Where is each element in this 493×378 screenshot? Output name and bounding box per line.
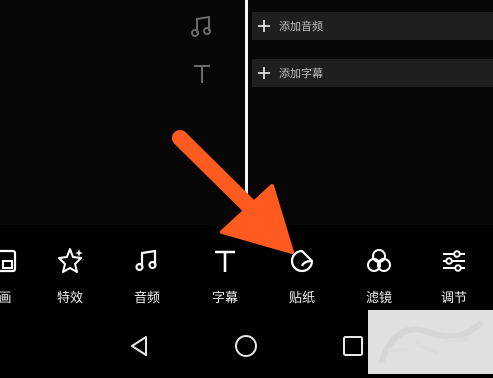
music-note-icon xyxy=(132,246,162,276)
tool-adjust[interactable]: 调节 xyxy=(424,232,484,312)
tool-effects[interactable]: 特效 xyxy=(40,232,100,312)
tool-label: 特效 xyxy=(56,291,83,306)
timeline-area: 添加音频 添加字幕 xyxy=(0,0,493,225)
tool-label: 调节 xyxy=(440,291,467,306)
back-triangle-icon xyxy=(131,336,147,356)
add-caption-label: 添加字幕 xyxy=(279,67,323,80)
tool-label: 贴纸 xyxy=(288,291,315,306)
recents-button[interactable] xyxy=(339,332,367,360)
playhead-line[interactable] xyxy=(245,0,248,203)
text-track-icon[interactable] xyxy=(186,58,218,90)
tool-label: 字幕 xyxy=(211,291,238,306)
tool-captions[interactable]: 字幕 xyxy=(195,232,255,312)
audio-track-icon[interactable] xyxy=(186,11,218,43)
tool-stickers[interactable]: 贴纸 xyxy=(272,232,332,312)
music-note-icon xyxy=(191,15,211,37)
plus-icon xyxy=(258,67,270,79)
watermark-logo xyxy=(368,310,493,374)
tool-audio[interactable]: 音频 xyxy=(117,232,177,312)
back-button[interactable] xyxy=(125,332,153,360)
plus-icon xyxy=(258,20,270,32)
picture-in-picture-icon xyxy=(0,246,20,276)
recents-square-icon xyxy=(343,336,363,356)
add-audio-button[interactable]: 添加音频 xyxy=(252,12,493,40)
add-audio-label: 添加音频 xyxy=(279,20,323,33)
tool-label: 滤镜 xyxy=(365,291,392,306)
filter-circles-icon xyxy=(364,246,394,276)
home-button[interactable] xyxy=(232,332,260,360)
text-T-icon xyxy=(194,65,210,83)
home-circle-icon xyxy=(235,335,257,357)
bottom-toolbar: 画 特效 音频 字幕 贴纸 滤镜 调节 xyxy=(0,232,493,312)
star-effects-icon xyxy=(55,246,85,276)
tool-label: 画 xyxy=(0,291,12,306)
tool-label: 音频 xyxy=(133,291,160,306)
text-T-icon xyxy=(210,246,240,276)
sticker-icon xyxy=(287,246,317,276)
add-caption-button[interactable]: 添加字幕 xyxy=(252,59,493,87)
tool-picture-in-picture[interactable]: 画 xyxy=(0,232,35,312)
tool-filters[interactable]: 滤镜 xyxy=(349,232,409,312)
sliders-icon xyxy=(439,246,469,276)
